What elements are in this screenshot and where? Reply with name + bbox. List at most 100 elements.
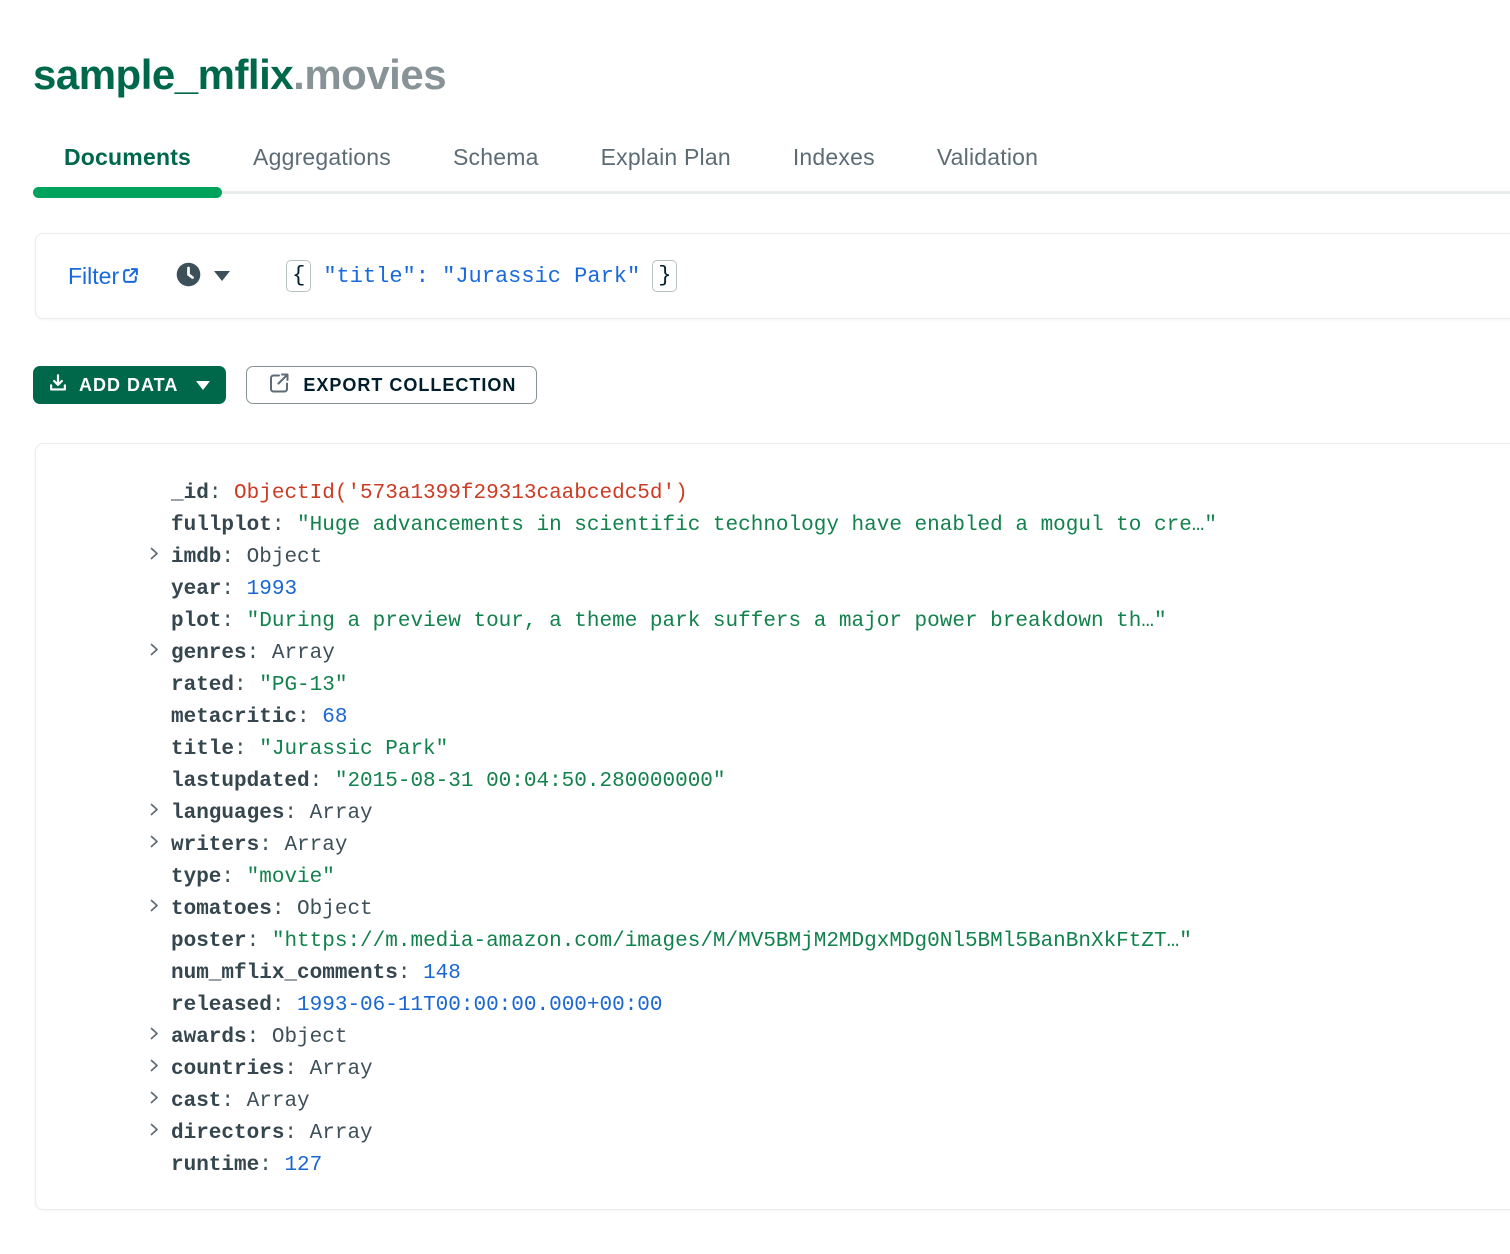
document-field-row: runtime: 127 — [149, 1150, 1510, 1182]
field-value: "Huge advancements in scientific technol… — [297, 514, 1217, 537]
chevron-right-icon[interactable] — [149, 641, 171, 658]
document-field-row: directors: Array — [149, 1118, 1510, 1150]
field-value: Array — [247, 1090, 310, 1113]
query-history-button[interactable] — [175, 261, 230, 291]
document-field-row: title: "Jurassic Park" — [149, 734, 1510, 766]
field-value: "During a preview tour, a theme park suf… — [247, 610, 1167, 633]
field-colon: : — [284, 802, 309, 825]
field-colon: : — [284, 1058, 309, 1081]
tab-explain-plan[interactable]: Explain Plan — [570, 142, 762, 191]
chevron-right-icon[interactable] — [149, 1057, 171, 1074]
chevron-right-icon[interactable] — [149, 833, 171, 850]
field-colon: : — [247, 1026, 272, 1049]
filter-query-input[interactable]: { "title": "Jurassic Park" } — [286, 260, 677, 292]
field-value: Array — [310, 1122, 373, 1145]
document-field-row: released: 1993-06-11T00:00:00.000+00:00 — [149, 990, 1510, 1022]
open-in-new-icon — [122, 263, 139, 290]
tab-aggregations[interactable]: Aggregations — [222, 142, 422, 191]
collection-name: movies — [304, 51, 446, 98]
field-colon: : — [247, 930, 272, 953]
field-key: tomatoes — [171, 898, 272, 921]
field-key: awards — [171, 1026, 247, 1049]
field-key: _id — [171, 482, 209, 505]
field-key: year — [171, 578, 221, 601]
field-key: poster — [171, 930, 247, 953]
field-colon: : — [310, 770, 335, 793]
document-field-row: lastupdated: "2015-08-31 00:04:50.280000… — [149, 766, 1510, 798]
field-value: 127 — [284, 1154, 322, 1177]
document-field-row: fullplot: "Huge advancements in scientif… — [149, 510, 1510, 542]
field-value: Object — [272, 1026, 348, 1049]
filter-query-text: "title": "Jurassic Park" — [323, 264, 640, 289]
document-field-row: rated: "PG-13" — [149, 670, 1510, 702]
field-colon: : — [272, 994, 297, 1017]
field-key: directors — [171, 1122, 284, 1145]
field-value: ObjectId('573a1399f29313caabcedc5d') — [234, 482, 688, 505]
field-value: "https://m.media-amazon.com/images/M/MV5… — [272, 930, 1192, 953]
field-value: Array — [284, 834, 347, 857]
collection-actions: ADD DATA EXPORT COLLECTION — [33, 366, 1510, 404]
document-field-row: _id: ObjectId('573a1399f29313caabcedc5d'… — [149, 478, 1510, 510]
field-value: Object — [297, 898, 373, 921]
field-value: 1993 — [247, 578, 297, 601]
tab-documents[interactable]: Documents — [33, 142, 222, 191]
field-key: metacritic — [171, 706, 297, 729]
document-field-row: imdb: Object — [149, 542, 1510, 574]
document-field-row: metacritic: 68 — [149, 702, 1510, 734]
chevron-right-icon[interactable] — [149, 1089, 171, 1106]
field-value: "PG-13" — [259, 674, 347, 697]
export-collection-button[interactable]: EXPORT COLLECTION — [246, 366, 537, 404]
field-key: imdb — [171, 546, 221, 569]
close-brace: } — [652, 260, 677, 292]
tab-validation[interactable]: Validation — [906, 142, 1069, 191]
chevron-right-icon[interactable] — [149, 1025, 171, 1042]
field-colon: : — [259, 1154, 284, 1177]
field-key: plot — [171, 610, 221, 633]
chevron-right-icon[interactable] — [149, 897, 171, 914]
tab-indexes[interactable]: Indexes — [762, 142, 906, 191]
document-field-row: cast: Array — [149, 1086, 1510, 1118]
field-key: fullplot — [171, 514, 272, 537]
export-arrow-icon — [267, 371, 291, 400]
filter-link[interactable]: Filter — [68, 263, 139, 290]
export-collection-label: EXPORT COLLECTION — [303, 375, 516, 396]
chevron-right-icon[interactable] — [149, 1121, 171, 1138]
field-value: Array — [272, 642, 335, 665]
document-field-row: genres: Array — [149, 638, 1510, 670]
chevron-right-icon[interactable] — [149, 545, 171, 562]
document-field-row: languages: Array — [149, 798, 1510, 830]
field-value: 1993-06-11T00:00:00.000+00:00 — [297, 994, 662, 1017]
clock-icon — [175, 261, 202, 291]
document-card: _id: ObjectId('573a1399f29313caabcedc5d'… — [35, 443, 1510, 1210]
document-field-row: writers: Array — [149, 830, 1510, 862]
download-icon — [47, 372, 69, 399]
document-field-row: awards: Object — [149, 1022, 1510, 1054]
field-colon: : — [234, 674, 259, 697]
field-colon: : — [272, 514, 297, 537]
field-colon: : — [247, 642, 272, 665]
field-colon: : — [234, 738, 259, 761]
field-value: "2015-08-31 00:04:50.280000000" — [335, 770, 726, 793]
namespace-separator: . — [293, 51, 304, 98]
document-field-list: _id: ObjectId('573a1399f29313caabcedc5d'… — [149, 478, 1510, 1182]
field-key: type — [171, 866, 221, 889]
field-key: released — [171, 994, 272, 1017]
open-brace: { — [286, 260, 311, 292]
page-title: sample_mflix.movies — [33, 50, 1510, 100]
field-colon: : — [221, 610, 246, 633]
field-key: writers — [171, 834, 259, 857]
field-colon: : — [284, 1122, 309, 1145]
tab-schema[interactable]: Schema — [422, 142, 570, 191]
field-key: languages — [171, 802, 284, 825]
field-colon: : — [398, 962, 423, 985]
document-field-row: countries: Array — [149, 1054, 1510, 1086]
chevron-right-icon[interactable] — [149, 801, 171, 818]
field-value: Array — [310, 802, 373, 825]
document-field-row: tomatoes: Object — [149, 894, 1510, 926]
add-data-button[interactable]: ADD DATA — [33, 366, 226, 404]
caret-down-icon — [214, 271, 230, 281]
field-key: lastupdated — [171, 770, 310, 793]
field-key: runtime — [171, 1154, 259, 1177]
caret-down-icon — [196, 381, 210, 390]
field-key: countries — [171, 1058, 284, 1081]
